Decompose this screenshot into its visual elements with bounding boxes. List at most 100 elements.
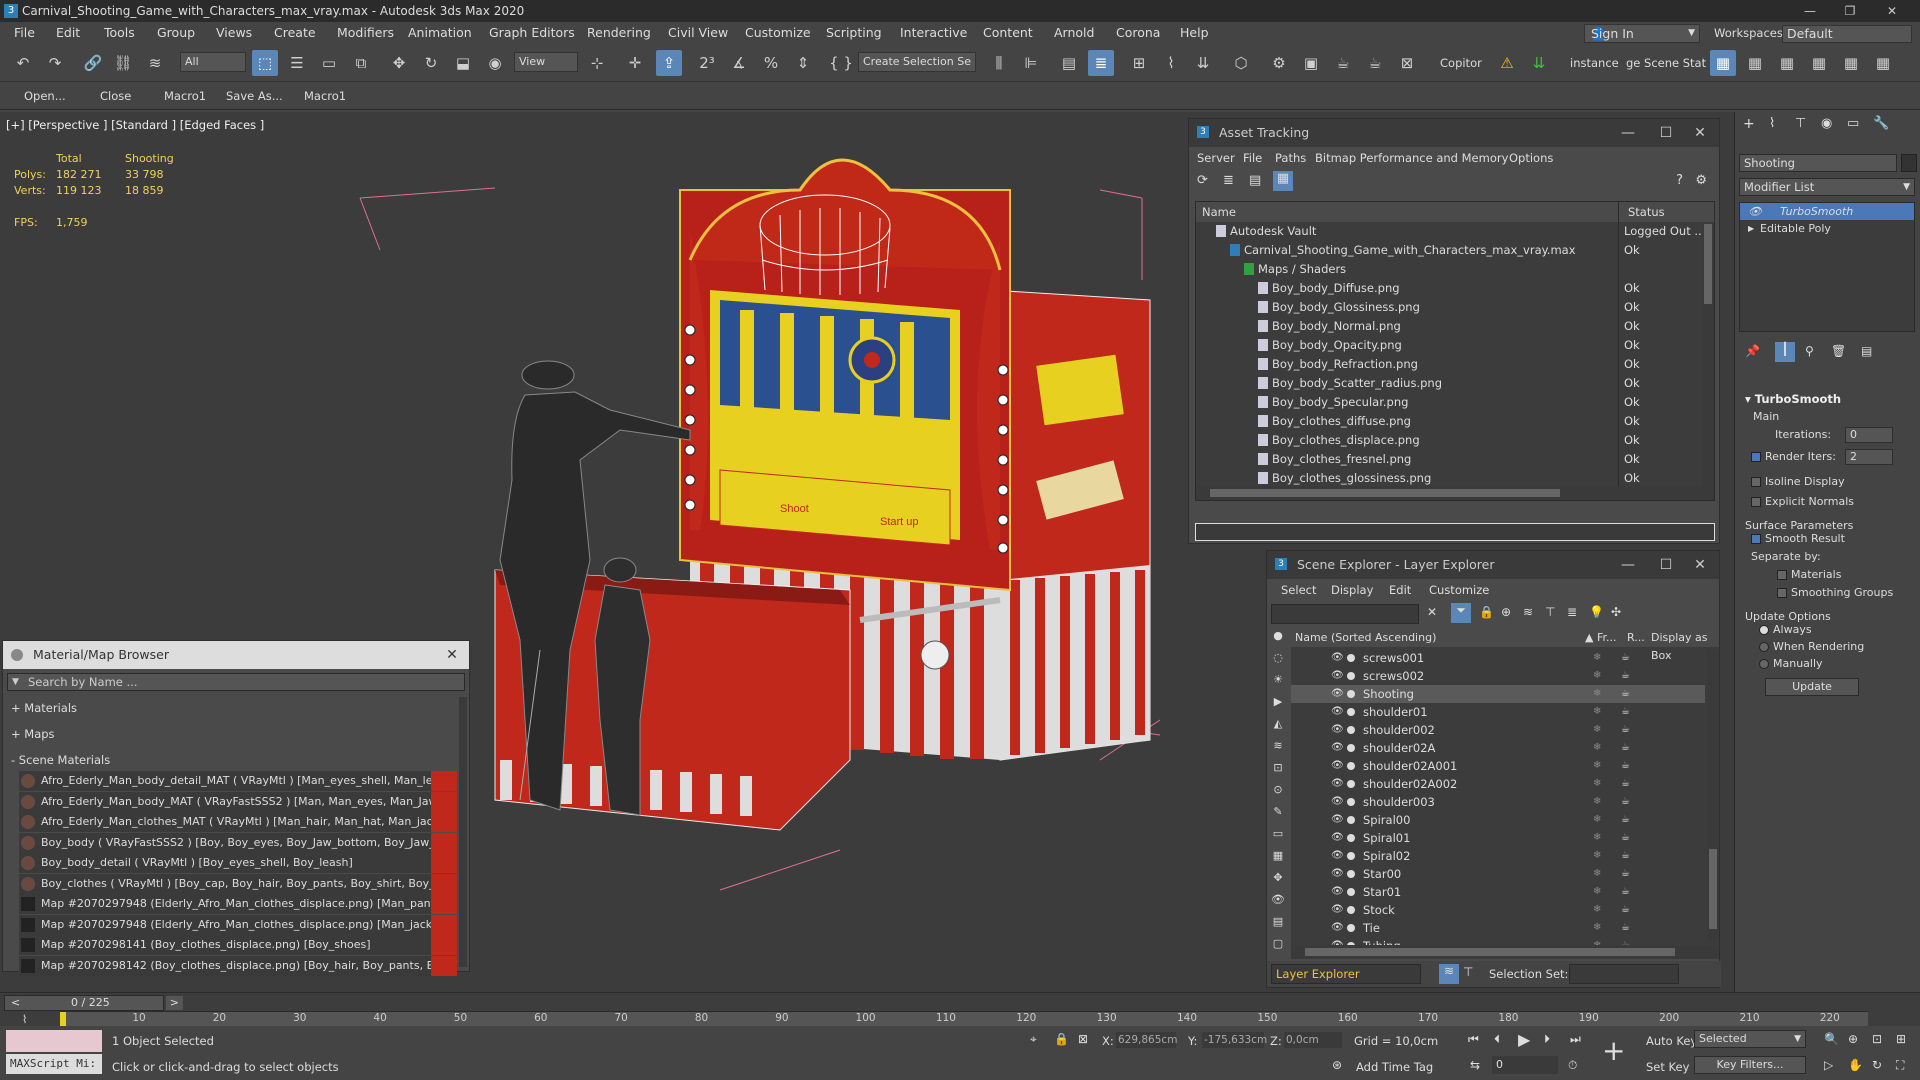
group-scene-materials[interactable]: - Scene Materials: [11, 753, 110, 767]
visibility-eye-icon[interactable]: 👁: [1331, 901, 1344, 919]
configure-sets-icon[interactable]: ▤: [1861, 344, 1872, 358]
close-icon[interactable]: ✕: [1685, 551, 1715, 579]
all-filter-icon[interactable]: ▤: [1267, 915, 1289, 937]
scene-material-item[interactable]: Afro_Ederly_Man_clothes_MAT ( VRayMtl ) …: [19, 812, 457, 832]
time-slider[interactable]: < 0 / 225 >: [4, 995, 183, 1011]
layer-explorer-dropdown[interactable]: Layer Explorer: [1271, 964, 1421, 984]
frozen-icon[interactable]: ❄: [1593, 649, 1601, 667]
col-name-header[interactable]: Name (Sorted Ascending): [1295, 629, 1436, 647]
y-coordinate-field[interactable]: -175,633cm: [1202, 1032, 1267, 1048]
vertical-scrollbar[interactable]: [1702, 222, 1714, 487]
scene-object-row[interactable]: 👁 screws001 ❄ ☕: [1291, 649, 1705, 667]
material-search-input[interactable]: ▼ Search by Name ...: [7, 673, 465, 691]
scene-object-row[interactable]: 👁 Stock ❄ ☕: [1291, 901, 1705, 919]
refresh-icon[interactable]: ⟳: [1197, 173, 1208, 188]
scene-material-item[interactable]: Map #2070297948 (Elderly_Afro_Man_clothe…: [19, 914, 457, 935]
goto-start-icon[interactable]: ⏮: [1468, 1032, 1479, 1047]
scene-object-row[interactable]: 👁 Shooting ❄ ☕: [1291, 685, 1705, 703]
asset-tracking-titlebar[interactable]: 3 Asset Tracking — ☐ ✕: [1189, 119, 1719, 147]
fov-icon[interactable]: ▷: [1824, 1058, 1833, 1072]
zoom-icon[interactable]: 🔍: [1824, 1032, 1839, 1046]
asset-path-field[interactable]: [1195, 523, 1715, 541]
vertical-scrollbar[interactable]: [1707, 649, 1719, 941]
link-icon[interactable]: 🔗: [80, 50, 106, 76]
group-maps[interactable]: + Maps: [11, 727, 55, 741]
asset-row[interactable]: Boy_clothes_displace.png Ok: [1196, 431, 1702, 450]
key-filters-button[interactable]: Key Filters...: [1694, 1056, 1806, 1074]
prev-key-icon[interactable]: ⏴: [1494, 1032, 1500, 1047]
prev-frame-icon[interactable]: <: [11, 996, 20, 1010]
horizontal-scrollbar[interactable]: [1196, 486, 1714, 500]
maxscript-listener[interactable]: MAXScript Mi:: [6, 1054, 102, 1074]
percent-snap-icon[interactable]: %: [758, 50, 784, 76]
zoom-extents-icon[interactable]: ⊡: [1872, 1032, 1882, 1046]
set-key-big-icon[interactable]: +: [1602, 1034, 1625, 1067]
asset-row[interactable]: Carnival_Shooting_Game_with_Characters_m…: [1196, 241, 1702, 260]
menu-file[interactable]: File: [14, 22, 35, 44]
scene-object-row[interactable]: 👁 Tie ❄ ☕: [1291, 919, 1705, 937]
update-button[interactable]: Update: [1765, 678, 1859, 696]
placement-icon[interactable]: ◉: [482, 50, 508, 76]
macro1-button[interactable]: Macro1: [164, 89, 206, 103]
renderable-icon[interactable]: ☕: [1621, 721, 1630, 739]
rotate-icon[interactable]: ↻: [418, 50, 444, 76]
ribbon-icon-3[interactable]: ▦: [1774, 50, 1800, 76]
manipulate-icon[interactable]: ✛: [622, 50, 648, 76]
frozen-icon[interactable]: ❄: [1593, 667, 1601, 685]
always-radio[interactable]: Always: [1739, 623, 1915, 640]
pin-stack-icon[interactable]: 📌: [1745, 344, 1760, 358]
visibility-eye-icon[interactable]: 👁: [1331, 865, 1344, 883]
col-frozen-header[interactable]: ▲ Fr...: [1585, 629, 1617, 647]
frozen-icon[interactable]: ❄: [1593, 811, 1601, 829]
when-rendering-radio[interactable]: When Rendering: [1739, 640, 1915, 657]
reference-coord-dropdown[interactable]: View: [514, 52, 578, 72]
frozen-icon[interactable]: ❄: [1593, 757, 1601, 775]
time-tag-icon[interactable]: ⊛: [1332, 1058, 1342, 1072]
scene-material-item[interactable]: Boy_body_detail ( VRayMtl ) [Boy_eyes_sh…: [19, 853, 457, 873]
frozen-icon[interactable]: ❄: [1593, 793, 1601, 811]
unlink-icon[interactable]: ⛓: [110, 50, 136, 76]
remove-modifier-icon[interactable]: 🗑: [1831, 344, 1846, 358]
open-button[interactable]: Open...: [24, 89, 66, 103]
menu-corona[interactable]: Corona: [1116, 22, 1160, 44]
window-crossing-icon[interactable]: ⧉: [348, 50, 374, 76]
move-icon[interactable]: ✥: [386, 50, 412, 76]
asset-row[interactable]: Boy_body_Refraction.png Ok: [1196, 355, 1702, 374]
menu-paths[interactable]: Paths: [1275, 147, 1306, 169]
add-layer-icon[interactable]: ⊕: [1501, 605, 1511, 619]
scale-icon[interactable]: ⬓: [450, 50, 476, 76]
clear-search-icon[interactable]: ✕: [1427, 605, 1437, 619]
restore-icon[interactable]: ❐: [1830, 0, 1870, 22]
edit-named-sel-icon[interactable]: { }: [828, 50, 854, 76]
menu-customize[interactable]: Customize: [745, 22, 811, 44]
visibility-eye-icon[interactable]: 👁: [1331, 721, 1344, 739]
object-color-swatch[interactable]: [1901, 154, 1917, 172]
selection-lock-icon[interactable]: 🔒: [1054, 1032, 1069, 1046]
menu-bitmap-performance[interactable]: Bitmap Performance and Memory: [1315, 147, 1508, 169]
group-filter-icon[interactable]: ⊡: [1267, 761, 1289, 783]
renderable-icon[interactable]: ☕: [1621, 847, 1630, 865]
asset-row[interactable]: Boy_body_Scatter_radius.png Ok: [1196, 374, 1702, 393]
asset-row[interactable]: Boy_body_Specular.png Ok: [1196, 393, 1702, 412]
maximize-icon[interactable]: ☐: [1651, 119, 1681, 147]
visibility-eye-icon[interactable]: 👁: [1331, 775, 1344, 793]
renderable-icon[interactable]: ☕: [1621, 703, 1630, 721]
renderable-icon[interactable]: ☕: [1621, 757, 1630, 775]
set-key-button[interactable]: Set Key: [1646, 1060, 1689, 1074]
curve-editor-toggle-icon[interactable]: ⌇: [22, 1013, 27, 1026]
asset-row[interactable]: Boy_clothes_fresnel.png Ok: [1196, 450, 1702, 469]
renderable-icon[interactable]: ☕: [1621, 883, 1630, 901]
visibility-eye-icon[interactable]: 👁: [1331, 667, 1344, 685]
warning-icon[interactable]: ⚠: [1494, 50, 1520, 76]
renderable-icon[interactable]: ☕: [1621, 919, 1630, 937]
renderable-icon[interactable]: ☕: [1621, 775, 1630, 793]
close-icon[interactable]: ✕: [1872, 0, 1912, 22]
helper-filter-icon[interactable]: ◭: [1267, 717, 1289, 739]
time-config-icon[interactable]: ⏱: [1568, 1058, 1577, 1073]
macro1-button-2[interactable]: Macro1: [304, 89, 346, 103]
object-name-field[interactable]: Shooting: [1739, 154, 1897, 172]
visibility-eye-icon[interactable]: 👁: [1331, 811, 1344, 829]
maximize-icon[interactable]: ☐: [1651, 551, 1681, 579]
asset-row[interactable]: Boy_body_Diffuse.png Ok: [1196, 279, 1702, 298]
menu-edit[interactable]: Edit: [56, 22, 80, 44]
